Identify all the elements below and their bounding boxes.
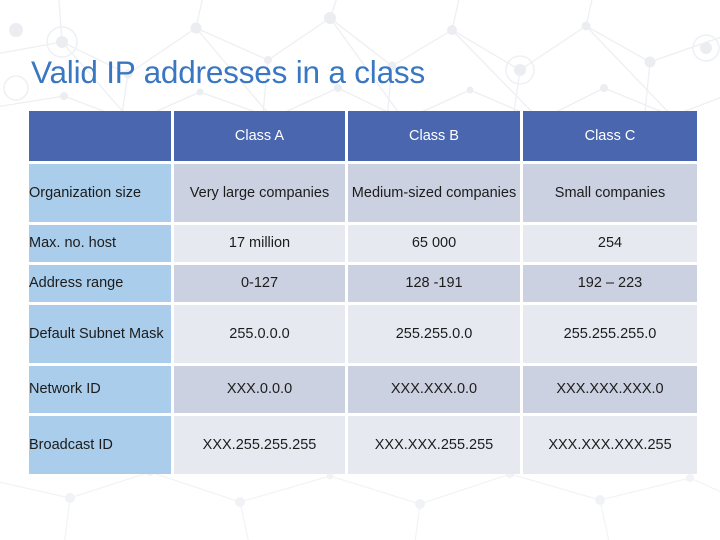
table-row: Default Subnet Mask 255.0.0.0 255.255.0.… xyxy=(29,302,697,363)
cell-max-no-host-class-c: 254 xyxy=(523,222,697,262)
table-row: Broadcast ID XXX.255.255.255 XXX.XXX.255… xyxy=(29,413,697,474)
cell-default-subnet-mask-class-c: 255.255.255.0 xyxy=(523,302,697,363)
cell-network-id-class-b: XXX.XXX.0.0 xyxy=(348,363,523,413)
table-row: Address range 0-127 128 -191 192 – 223 xyxy=(29,262,697,302)
cell-broadcast-id-class-b: XXX.XXX.255.255 xyxy=(348,413,523,474)
row-label-organization-size: Organization size xyxy=(29,161,174,222)
table-row: Organization size Very large companies M… xyxy=(29,161,697,222)
row-label-default-subnet-mask: Default Subnet Mask xyxy=(29,302,174,363)
cell-max-no-host-class-a: 17 million xyxy=(174,222,348,262)
header-corner-cell xyxy=(29,111,174,161)
cell-default-subnet-mask-class-a: 255.0.0.0 xyxy=(174,302,348,363)
table-header-row: Class A Class B Class C xyxy=(29,111,697,161)
column-header-class-b: Class B xyxy=(348,111,523,161)
cell-organization-size-class-a: Very large companies xyxy=(174,161,348,222)
cell-network-id-class-c: XXX.XXX.XXX.0 xyxy=(523,363,697,413)
table-row: Max. no. host 17 million 65 000 254 xyxy=(29,222,697,262)
column-header-class-a: Class A xyxy=(174,111,348,161)
table-row: Network ID XXX.0.0.0 XXX.XXX.0.0 XXX.XXX… xyxy=(29,363,697,413)
row-label-max-no-host: Max. no. host xyxy=(29,222,174,262)
cell-address-range-class-a: 0-127 xyxy=(174,262,348,302)
cell-broadcast-id-class-c: XXX.XXX.XXX.255 xyxy=(523,413,697,474)
row-label-address-range: Address range xyxy=(29,262,174,302)
cell-address-range-class-c: 192 – 223 xyxy=(523,262,697,302)
cell-max-no-host-class-b: 65 000 xyxy=(348,222,523,262)
cell-organization-size-class-c: Small companies xyxy=(523,161,697,222)
cell-organization-size-class-b: Medium-sized companies xyxy=(348,161,523,222)
column-header-class-c: Class C xyxy=(523,111,697,161)
page-title: Valid IP addresses in a class xyxy=(31,54,425,90)
cell-address-range-class-b: 128 -191 xyxy=(348,262,523,302)
ip-class-comparison-table: Class A Class B Class C Organization siz… xyxy=(29,111,697,474)
cell-broadcast-id-class-a: XXX.255.255.255 xyxy=(174,413,348,474)
cell-network-id-class-a: XXX.0.0.0 xyxy=(174,363,348,413)
row-label-broadcast-id: Broadcast ID xyxy=(29,413,174,474)
cell-default-subnet-mask-class-b: 255.255.0.0 xyxy=(348,302,523,363)
row-label-network-id: Network ID xyxy=(29,363,174,413)
